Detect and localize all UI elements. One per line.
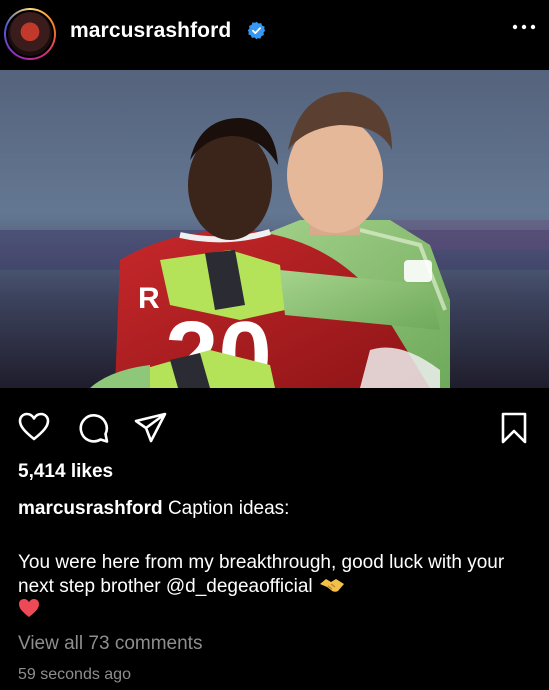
ellipsis-icon[interactable] — [510, 18, 538, 36]
action-bar — [0, 404, 549, 448]
likes-count[interactable]: 5,414 likes — [18, 461, 113, 483]
handshake-emoji-icon — [319, 579, 344, 592]
red-heart-emoji-icon — [19, 599, 39, 617]
caption-body: You were here from my breakthrough, good… — [18, 551, 533, 599]
username-link[interactable]: marcusrashford — [70, 19, 231, 43]
shirt-letter: R — [138, 282, 160, 315]
profile-avatar[interactable] — [4, 8, 56, 60]
post-photo[interactable]: R 20 — [0, 70, 549, 388]
caption-title: Caption ideas: — [167, 498, 290, 519]
speech-bubble-icon[interactable] — [78, 412, 110, 444]
post-timestamp: 59 seconds ago — [18, 666, 131, 683]
avatar-image — [6, 10, 54, 58]
view-comments-link[interactable]: View all 73 comments — [18, 633, 202, 655]
paper-plane-icon[interactable] — [134, 412, 168, 444]
bookmark-icon[interactable] — [500, 412, 528, 444]
caption-header: marcusrashford Caption ideas: — [18, 497, 533, 521]
post-header: marcusrashford — [0, 0, 549, 66]
heart-outline-icon[interactable] — [18, 412, 50, 442]
verified-badge-icon — [247, 21, 266, 40]
caption-username[interactable]: marcusrashford — [18, 498, 163, 519]
caption-text: You were here from my breakthrough, good… — [18, 552, 505, 597]
